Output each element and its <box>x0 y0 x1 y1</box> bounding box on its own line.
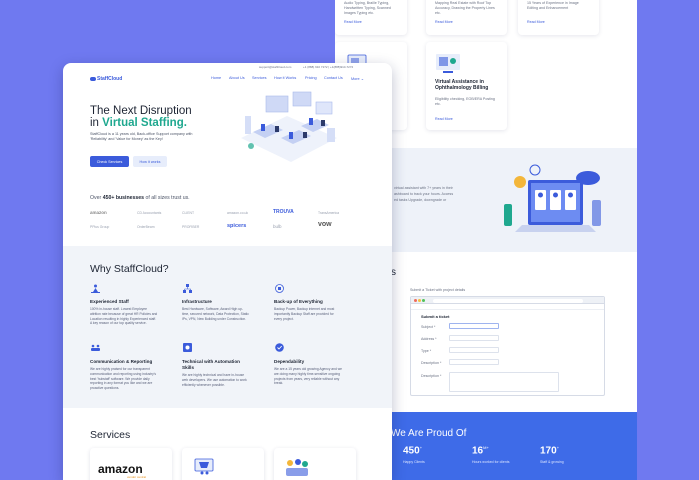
nav-more[interactable]: More ⌄ <box>351 76 364 81</box>
service-card-desc: Mapping Real Estate with Roof Top Accura… <box>435 1 495 15</box>
staff-icon <box>91 284 100 293</box>
ticket-address-input[interactable] <box>449 335 499 341</box>
browser-nav <box>411 304 604 310</box>
ticket-field-label: Description * <box>421 374 442 378</box>
service-card-team[interactable] <box>274 448 356 480</box>
infrastructure-icon <box>183 284 192 293</box>
client-logo: bulb <box>273 224 282 229</box>
nav-pricing[interactable]: Pricing <box>305 76 317 80</box>
ophthalmology-illustration-icon <box>436 54 460 73</box>
ticket-field-label: Type * <box>421 349 432 353</box>
cloud-logo-icon <box>90 76 96 81</box>
proud-title: We Are Proud Of <box>391 428 467 439</box>
service-card-image-editing[interactable]: 15 Years of Experience in Image Editing … <box>518 0 599 35</box>
ticket-browser-mock: Submit a ticket Subject * Address * Type… <box>410 296 605 396</box>
feature-title: Communication & Reporting <box>90 359 153 364</box>
workboard-line: ed tasks Upgrade, downgrade or <box>394 198 447 202</box>
client-logo: vow <box>318 221 332 228</box>
stat-label: Happy Clients <box>403 460 425 464</box>
client-logo: PROFIBER <box>182 225 200 229</box>
ticket-type-select[interactable] <box>449 347 499 353</box>
read-more-link[interactable]: Read More <box>344 20 362 24</box>
how-it-works-button[interactable]: How it works <box>133 156 167 167</box>
ticket-subject-input[interactable] <box>449 323 499 329</box>
client-logo: amazon <box>90 210 107 215</box>
front-page-screenshot: support@staffcloud.com +1 (888) 910 7272… <box>63 63 392 480</box>
feature-title: Technical with Automation Skills <box>182 359 240 370</box>
nav-how-it-works[interactable]: How it Works <box>274 76 296 80</box>
team-illustration-icon <box>286 459 308 476</box>
stat-label: Hours worked for clients <box>472 460 510 464</box>
client-logo: spicers <box>227 223 247 229</box>
office-isometric-illustration <box>241 91 337 162</box>
feature-title: Experienced Staff <box>90 299 129 304</box>
automation-icon <box>183 343 192 352</box>
nav-home[interactable]: Home <box>211 76 221 80</box>
feature-desc: Backup Power, Backup internet and most i… <box>274 307 335 321</box>
ticket-field-label: Subject * <box>421 325 436 329</box>
service-card-ophthalmology[interactable]: Virtual Assistance in Ophthalmology Bill… <box>426 42 507 130</box>
read-more-link[interactable]: Read More <box>435 20 453 24</box>
service-card-typing[interactable]: Audio Typing, Braille Typing, Handwritte… <box>335 0 407 35</box>
feature-desc: 100% in-house staff. Lowest Employee att… <box>90 307 158 326</box>
staffcloud-logo[interactable]: StaffCloud <box>90 76 122 82</box>
ticket-form-title: Submit a ticket <box>421 314 450 319</box>
stat-staff: 170+ <box>540 445 560 457</box>
trust-statement: Over 450+ businesses of all sizes trust … <box>90 195 190 201</box>
dependability-icon <box>275 343 284 352</box>
browser-chrome <box>411 297 604 304</box>
feature-desc: We are highly technical and have in-hous… <box>182 373 247 387</box>
contact-topbar: support@staffcloud.com +1 (888) 910 7272… <box>63 63 392 70</box>
check-services-button[interactable]: Check Services <box>90 156 129 167</box>
client-logo: TROUVA <box>273 209 294 215</box>
why-title: Why StaffCloud? <box>90 263 169 275</box>
ticket-subtext: Submit a Ticket with project details <box>410 288 466 292</box>
topbar-phone[interactable]: +1 (888) 910 7272 | +1(888)910-7272 <box>303 65 353 69</box>
read-more-link[interactable]: Read More <box>435 117 453 121</box>
nav-contact[interactable]: Contact Us <box>324 76 343 80</box>
ticket-field-label: Address * <box>421 337 437 341</box>
feature-desc: We are highly praised for our transparen… <box>90 367 157 391</box>
shopping-cart-icon <box>194 458 214 475</box>
feature-title: Back-up of Everything <box>274 299 323 304</box>
ticket-description-editor[interactable] <box>449 372 559 392</box>
service-card-desc: 15 Years of Experience in Image Editing … <box>527 1 579 10</box>
client-logo: amazon.co.uk <box>227 211 249 215</box>
workboard-line: virtual assistant with 7+ years in their <box>394 186 453 190</box>
amazon-sub: vendor central <box>127 475 147 479</box>
service-card-title: Virtual Assistance in Ophthalmology Bill… <box>435 79 489 92</box>
ticket-desc-select[interactable] <box>449 359 499 365</box>
nav-services[interactable]: Services <box>252 76 267 80</box>
feature-title: Infrastructure <box>182 299 212 304</box>
client-logo: CD Accountants <box>137 211 162 215</box>
hero-description: StaffCloud is a 11 years old, Back-offic… <box>90 132 193 142</box>
service-card-amazon[interactable]: amazon vendor central <box>90 448 172 480</box>
stat-label: Staff & growing <box>540 460 564 464</box>
feature-title: Dependability <box>274 359 305 364</box>
topbar-email[interactable]: support@staffcloud.com <box>259 65 291 69</box>
client-logo: OrderBeam <box>137 225 155 229</box>
feature-desc: We are a 15 years old growing Agency and… <box>274 367 342 386</box>
nav-about[interactable]: About Us <box>229 76 245 80</box>
feature-desc: Best Hardware, Software, Award High up-t… <box>182 307 249 321</box>
client-logo: CLIENT <box>182 211 195 215</box>
amazon-logo: amazon <box>98 462 143 476</box>
service-card-desc: Eligibility checking, EOB/ERA Posting et… <box>435 97 495 106</box>
stat-hours: 16M+ <box>472 445 489 457</box>
service-card-cart[interactable] <box>182 448 264 480</box>
client-logo: TransAmerica <box>318 211 339 215</box>
laptop-dashboard-illustration <box>504 164 601 232</box>
services-title: Services <box>90 429 131 441</box>
backup-icon <box>275 284 284 293</box>
read-more-link[interactable]: Read More <box>527 20 545 24</box>
chevron-down-icon: ⌄ <box>360 77 364 81</box>
hero-title: The Next Disruption in Virtual Staffing. <box>90 105 192 129</box>
ticket-field-label: Description * <box>421 361 442 365</box>
service-card-mapping[interactable]: Mapping Real Estate with Roof Top Accura… <box>426 0 507 35</box>
service-card-desc: Audio Typing, Braille Typing, Handwritte… <box>344 1 391 15</box>
workboard-line: ashboard to track your hours. Access <box>394 192 454 196</box>
communication-icon <box>91 344 100 351</box>
stat-happy-clients: 450+ <box>403 445 423 457</box>
client-logo: PPlus Group <box>90 225 110 229</box>
